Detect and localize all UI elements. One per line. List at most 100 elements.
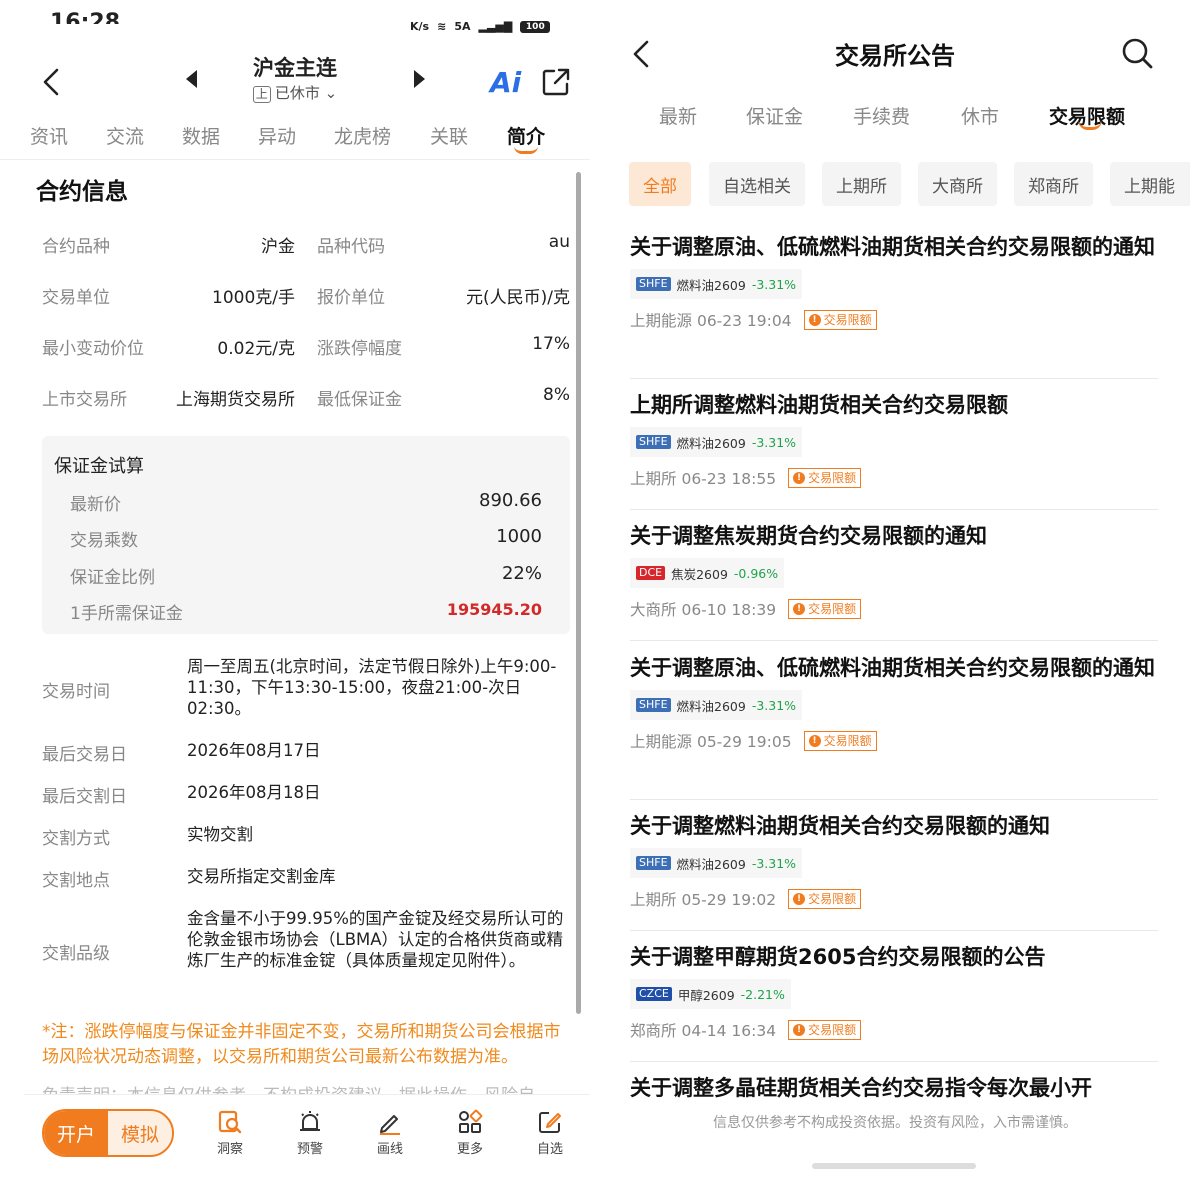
exchange-badge: SHFE — [636, 856, 671, 870]
search-icon[interactable] — [1120, 36, 1154, 72]
info-value: 8% — [543, 385, 570, 405]
alert-label: 预警 — [296, 1142, 323, 1157]
tab-movement[interactable]: 异动 — [258, 122, 296, 149]
info-label: 合约品种 — [42, 237, 110, 257]
category-badge: ! 交易限额 — [788, 599, 862, 619]
announcement-item[interactable]: 关于调整燃料油期货相关合约交易限额的通知 SHFE 燃料油2609 -3.31%… — [630, 812, 1158, 910]
share-icon[interactable] — [540, 66, 572, 98]
insight-button[interactable]: 洞察 — [200, 1109, 260, 1157]
source: 上期所 — [630, 891, 677, 909]
draw-line-button[interactable]: 画线 — [360, 1109, 420, 1157]
exchange-badge: SHFE — [636, 698, 671, 712]
announcement-item[interactable]: 上期所调整燃料油期货相关合约交易限额 SHFE 燃料油2609 -3.31% 上… — [630, 391, 1158, 489]
wifi-icon: ≋ — [437, 20, 447, 33]
exchange-badge: SHFE — [636, 277, 671, 291]
timestamp: 04-14 16:34 — [681, 1022, 777, 1040]
tab-closure[interactable]: 休市 — [961, 102, 999, 129]
info-value: 沪金 — [261, 237, 295, 257]
alert-icon: ! — [793, 472, 806, 484]
related-contract[interactable]: DCE 焦炭2609 -0.96% — [630, 558, 785, 588]
related-contract[interactable]: SHFE 燃料油2609 -3.31% — [630, 690, 803, 720]
tab-news[interactable]: 资讯 — [30, 122, 68, 149]
divider — [630, 378, 1158, 379]
related-contract[interactable]: SHFE 燃料油2609 -3.31% — [630, 848, 803, 878]
info-label: 品种代码 — [317, 237, 385, 257]
exchange-badge: DCE — [636, 566, 666, 580]
chip-all[interactable]: 全部 — [629, 162, 691, 206]
contract-name: 燃料油2609 — [676, 698, 746, 714]
contract-name: 燃料油2609 — [676, 277, 746, 293]
ai-assistant-icon[interactable]: Ai — [490, 66, 521, 99]
latest-price-value: 890.66 — [479, 490, 542, 511]
contract-name: 焦炭2609 — [671, 566, 728, 582]
chip-shfe[interactable]: 上期所 — [822, 162, 901, 206]
chip-czce[interactable]: 郑商所 — [1014, 162, 1093, 206]
tab-margin[interactable]: 保证金 — [746, 102, 803, 129]
chip-dce[interactable]: 大商所 — [918, 162, 997, 206]
required-margin-value: 195945.20 — [446, 600, 542, 619]
tab-discuss[interactable]: 交流 — [106, 122, 144, 149]
alert-button[interactable]: 预警 — [280, 1109, 340, 1157]
chip-watchlist[interactable]: 自选相关 — [709, 162, 805, 206]
announcement-item[interactable]: 关于调整焦炭期货合约交易限额的通知 DCE 焦炭2609 -0.96% 大商所 … — [630, 522, 1158, 620]
insight-label: 洞察 — [216, 1142, 243, 1157]
margin-ratio-label: 保证金比例 — [70, 568, 155, 588]
info-label: 交易单位 — [42, 288, 110, 308]
divider — [630, 640, 1158, 641]
announcement-title: 关于调整燃料油期货相关合约交易限额的通知 — [630, 814, 1050, 838]
edit-square-icon — [539, 1112, 561, 1133]
more-button[interactable]: 更多 — [440, 1109, 500, 1157]
risk-disclaimer: 信息仅供参考不构成投资依据。投资有风险，入市需谨慎。 — [713, 1115, 1077, 1131]
category-badge-label: 交易限额 — [808, 602, 857, 616]
last-trading-day-label: 最后交易日 — [42, 745, 127, 765]
last-delivery-day-label: 最后交割日 — [42, 787, 127, 807]
delivery-grade-label: 交割品级 — [42, 944, 110, 964]
tab-profile[interactable]: 简介 — [507, 122, 545, 149]
related-contract[interactable]: SHFE 燃料油2609 -3.31% — [630, 427, 803, 457]
tab-related[interactable]: 关联 — [430, 122, 468, 149]
divider — [630, 930, 1158, 931]
category-badge-label: 交易限额 — [808, 1023, 857, 1037]
info-value: 0.02元/克 — [217, 339, 295, 359]
simulation-button[interactable]: 模拟 — [108, 1111, 172, 1155]
timestamp: 06-23 18:55 — [681, 470, 777, 488]
grid-icon — [459, 1109, 483, 1133]
alert-icon: ! — [793, 1024, 806, 1036]
required-margin-label: 1手所需保证金 — [70, 604, 183, 624]
tab-latest[interactable]: 最新 — [659, 102, 697, 129]
divider — [630, 1061, 1158, 1062]
margin-calculator-title: 保证金试算 — [54, 456, 144, 477]
info-label: 最小变动价位 — [42, 339, 144, 359]
chip-ine[interactable]: 上期能 — [1110, 162, 1190, 206]
pencil-icon — [380, 1115, 400, 1135]
multiplier-value: 1000 — [496, 526, 542, 547]
tab-fees[interactable]: 手续费 — [853, 102, 910, 129]
bottom-toolbar: 开户 模拟 洞察 预警 画线 更多 自选 — [24, 1094, 590, 1168]
account-mode-switch: 开户 模拟 — [42, 1109, 174, 1157]
open-account-button[interactable]: 开户 — [44, 1111, 108, 1155]
related-contract[interactable]: SHFE 燃料油2609 -3.31% — [630, 269, 803, 299]
trading-hours-value: 周一至周五(北京时间，法定节假日除外)上午9:00-11:30，下午13:30-… — [187, 657, 557, 718]
latest-price-label: 最新价 — [70, 495, 121, 515]
category-badge: ! 交易限额 — [788, 1020, 862, 1040]
info-value: 上海期货交易所 — [176, 390, 295, 410]
delivery-method-value: 实物交割 — [187, 825, 253, 844]
announcement-item[interactable]: 关于调整多晶硅期货相关合约交易指令每次最小开 — [630, 1074, 1158, 1100]
source: 上期能源 — [630, 312, 693, 330]
tab-data[interactable]: 数据 — [182, 122, 220, 149]
status-time: 16:28 — [50, 12, 120, 24]
announcement-item[interactable]: 关于调整原油、低硫燃料油期货相关合约交易限额的通知 SHFE 燃料油2609 -… — [630, 233, 1158, 331]
category-badge-label: 交易限额 — [808, 892, 857, 906]
watchlist-button[interactable]: 自选 — [520, 1109, 580, 1157]
related-contract[interactable]: CZCE 甲醇2609 -2.21% — [630, 979, 791, 1009]
signal-label: 5A — [454, 20, 471, 33]
scrollbar[interactable] — [576, 172, 581, 1014]
announcement-item[interactable]: 关于调整甲醇期货2605合约交易限额的公告 CZCE 甲醇2609 -2.21%… — [630, 943, 1158, 1041]
tab-dragon-tiger[interactable]: 龙虎榜 — [334, 122, 391, 149]
announcement-item[interactable]: 关于调整原油、低硫燃料油期货相关合约交易限额的通知 SHFE 燃料油2609 -… — [630, 654, 1158, 752]
home-indicator[interactable] — [812, 1163, 976, 1169]
category-badge-label: 交易限额 — [823, 734, 872, 748]
timestamp: 05-29 19:05 — [696, 733, 792, 751]
contract-name: 甲醇2609 — [677, 987, 735, 1003]
info-value: au — [548, 232, 570, 252]
